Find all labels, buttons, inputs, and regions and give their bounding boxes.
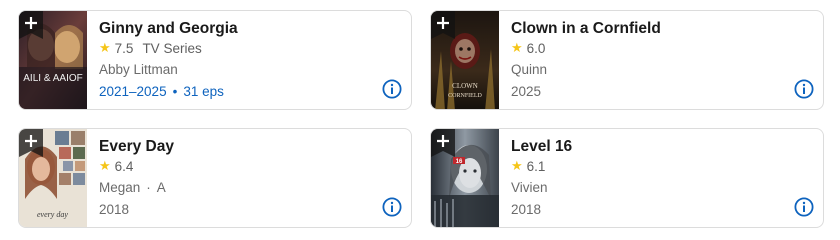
rating-row: ★ 6.0 — [511, 40, 545, 56]
poster-text: CORNFIELD — [448, 93, 482, 99]
rating-value: 7.5 — [114, 40, 134, 56]
episodes-link[interactable]: 2021–2025 • 31 eps — [99, 84, 224, 99]
star-icon: ★ — [511, 158, 523, 173]
release-year: 2025 — [511, 84, 542, 99]
title-type: TV Series — [142, 40, 202, 56]
character-name: Abby Littman — [99, 62, 178, 77]
release-year: 2018 — [99, 202, 130, 217]
star-icon: ★ — [511, 40, 523, 55]
poster-text: AILI & AAIOF — [23, 73, 82, 84]
title-card[interactable]: CLOWN CORNFIELD Clown in a Cornfield ★ 6… — [430, 10, 824, 110]
character-name: Megan · A — [99, 180, 166, 195]
poster-text: 16 — [456, 159, 463, 165]
rating-value: 6.0 — [526, 40, 546, 56]
info-icon — [382, 197, 402, 217]
star-icon: ★ — [99, 158, 111, 173]
rating-value: 6.1 — [526, 158, 546, 174]
poster-text: every day — [37, 210, 68, 219]
add-to-watchlist-button[interactable] — [431, 11, 455, 39]
info-button[interactable] — [382, 197, 402, 217]
character-name: Quinn — [511, 62, 548, 77]
add-to-watchlist-button[interactable] — [19, 11, 43, 39]
info-button[interactable] — [794, 197, 814, 217]
character-name: Vivien — [511, 180, 548, 195]
separator-dot: • — [172, 84, 178, 99]
info-button[interactable] — [794, 79, 814, 99]
info-icon — [794, 197, 814, 217]
character-primary: Megan — [99, 180, 141, 195]
rating-row: ★ 6.1 — [511, 158, 545, 174]
add-to-watchlist-button[interactable] — [431, 129, 455, 157]
rating-row: ★ 6.4 — [99, 158, 133, 174]
separator-dot: · — [146, 180, 151, 195]
rating-row: ★ 7.5 TV Series — [99, 40, 202, 56]
star-icon: ★ — [99, 40, 111, 55]
title-link[interactable]: Level 16 — [511, 138, 572, 156]
title-link[interactable]: Clown in a Cornfield — [511, 20, 661, 38]
title-link[interactable]: Ginny and Georgia — [99, 20, 238, 38]
title-card[interactable]: 16 Level 16 ★ 6.1 Vivien 2018 — [430, 128, 824, 228]
add-to-watchlist-button[interactable] — [19, 129, 43, 157]
title-card[interactable]: AILI & AAIOF Ginny and Georgia ★ 7.5 TV … — [18, 10, 412, 110]
info-icon — [794, 79, 814, 99]
info-button[interactable] — [382, 79, 402, 99]
poster-text: CLOWN — [452, 82, 478, 90]
title-card[interactable]: every day Every Day ★ 6.4 Megan · A 2018 — [18, 128, 412, 228]
release-year: 2018 — [511, 202, 542, 217]
character-secondary: A — [156, 180, 166, 195]
episode-count: 31 eps — [183, 84, 224, 99]
info-icon — [382, 79, 402, 99]
rating-value: 6.4 — [114, 158, 134, 174]
title-link[interactable]: Every Day — [99, 138, 174, 156]
year-range: 2021–2025 — [99, 84, 167, 99]
